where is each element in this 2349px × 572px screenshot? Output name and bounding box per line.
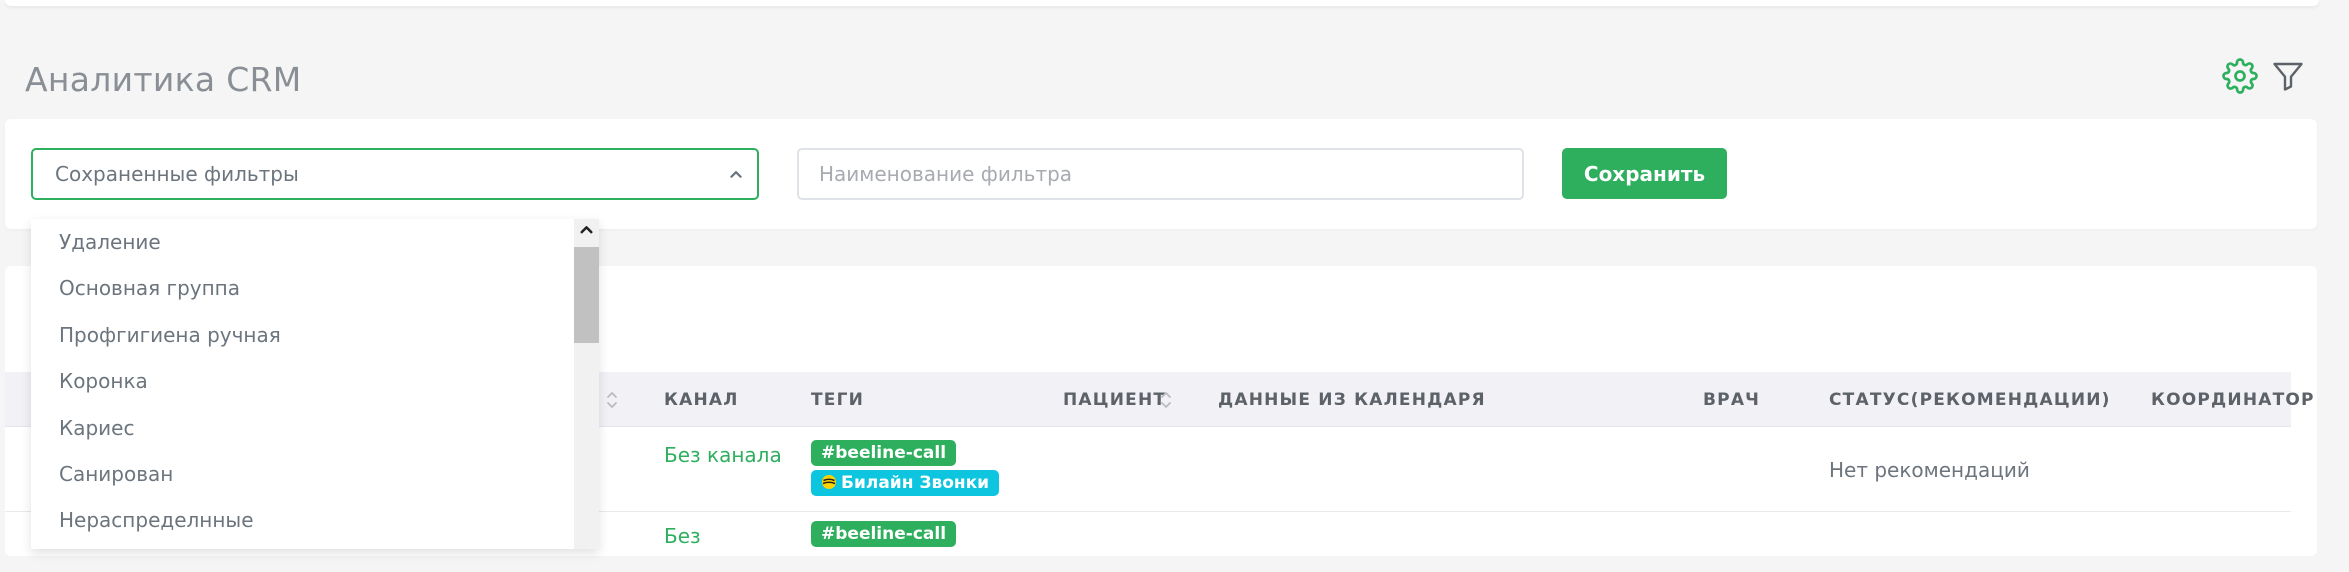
channel-cell: Без канала xyxy=(664,443,782,467)
top-bar xyxy=(5,0,2319,6)
tag-badge[interactable]: Билайн Звонки xyxy=(811,470,1000,496)
column-header-status: СТАТУС(РЕКОМЕНДАЦИИ) xyxy=(1829,390,2111,410)
dropdown-option[interactable]: Коронка xyxy=(59,369,148,393)
column-header-coordinator: КООРДИНАТОР xyxy=(2151,390,2315,410)
dropdown-option[interactable]: Нераспределнные xyxy=(59,508,254,532)
tag-badge[interactable]: #beeline-call xyxy=(811,521,957,547)
tag-badge[interactable]: #beeline-call xyxy=(811,440,957,466)
tag-label: Билайн Звонки xyxy=(841,473,990,493)
sort-icon[interactable] xyxy=(1159,389,1173,411)
dropdown-scrollbar[interactable] xyxy=(574,219,599,549)
dropdown-option[interactable]: Санирован xyxy=(59,462,173,486)
dropdown-option[interactable]: Основная группа xyxy=(59,276,240,300)
filter-name-input[interactable] xyxy=(797,148,1524,200)
beeline-logo-icon xyxy=(822,475,836,489)
funnel-icon[interactable] xyxy=(2270,58,2306,94)
column-header-doctor: ВРАЧ xyxy=(1703,390,1761,410)
dropdown-option[interactable]: Профгигиена ручная xyxy=(59,323,281,347)
column-header-calendar-data: ДАННЫЕ ИЗ КАЛЕНДАРЯ xyxy=(1218,390,1486,410)
saved-filters-dropdown: Удаление Основная группа Профгигиена руч… xyxy=(31,219,599,549)
gear-icon[interactable] xyxy=(2222,58,2258,94)
column-header-patient[interactable]: ПАЦИЕНТ xyxy=(1063,390,1166,410)
save-button[interactable]: Сохранить xyxy=(1562,148,1727,199)
dropdown-option[interactable]: Удаление xyxy=(59,230,161,254)
saved-filters-select[interactable]: Сохраненные фильтры xyxy=(31,148,759,200)
column-header-tags: ТЕГИ xyxy=(811,390,865,410)
page-title: Аналитика CRM xyxy=(25,60,302,100)
scrollbar-thumb[interactable] xyxy=(574,247,599,343)
column-header-channel: КАНАЛ xyxy=(664,390,739,410)
dropdown-option[interactable]: Кариес xyxy=(59,416,134,440)
status-cell: Нет рекомендаций xyxy=(1829,458,2030,482)
scroll-up-arrow-icon[interactable] xyxy=(578,221,595,238)
chevron-up-icon xyxy=(730,171,742,178)
channel-cell: Без xyxy=(664,524,701,548)
saved-filters-select-value: Сохраненные фильтры xyxy=(55,162,299,186)
sort-icon[interactable] xyxy=(605,389,619,411)
